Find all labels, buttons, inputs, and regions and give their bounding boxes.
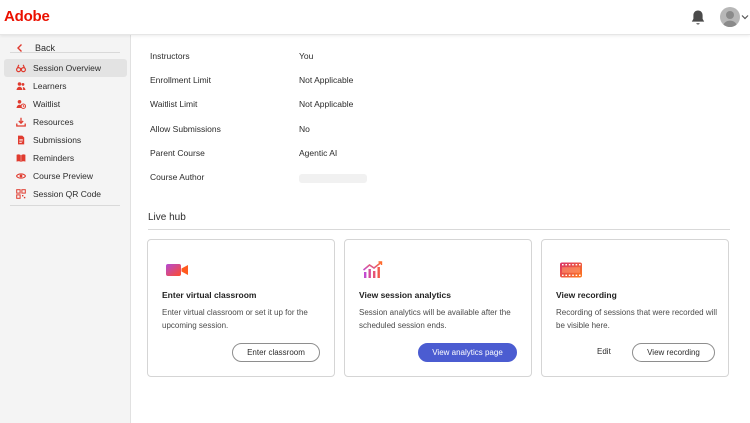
detail-label-allow-submissions: Allow Submissions bbox=[150, 124, 221, 134]
sidebar-item-session-qr-code[interactable]: Session QR Code bbox=[4, 185, 127, 203]
sidebar-item-session-overview[interactable]: Session Overview bbox=[4, 59, 127, 77]
card-session-analytics: View session analytics Session analytics… bbox=[344, 239, 532, 377]
adobe-logo[interactable]: Adobe bbox=[4, 8, 50, 25]
card-title: View session analytics bbox=[359, 290, 451, 300]
sidebar-item-label: Waitlist bbox=[33, 99, 61, 109]
sidebar: Back Session Overview Learners Waitlist bbox=[0, 35, 131, 423]
detail-label-parent-course: Parent Course bbox=[150, 148, 205, 158]
live-hub-title: Live hub bbox=[148, 212, 186, 223]
user-avatar[interactable] bbox=[720, 7, 740, 27]
film-strip-icon bbox=[560, 262, 582, 278]
section-divider bbox=[148, 229, 730, 230]
analytics-chart-icon bbox=[362, 261, 383, 278]
sidebar-item-label: Learners bbox=[33, 81, 67, 91]
edit-recording-button[interactable]: Edit bbox=[597, 347, 611, 356]
detail-label-waitlist-limit: Waitlist Limit bbox=[150, 99, 198, 109]
detail-value-parent-course: Agentic AI bbox=[299, 148, 338, 158]
card-view-recording: View recording Recording of sessions tha… bbox=[541, 239, 729, 377]
detail-value-enrollment-limit: Not Applicable bbox=[299, 75, 354, 85]
notification-bell-icon[interactable] bbox=[690, 9, 706, 27]
user-clock-icon bbox=[16, 100, 26, 109]
detail-value-instructors: You bbox=[299, 51, 314, 61]
sidebar-item-learners[interactable]: Learners bbox=[4, 77, 127, 95]
card-title: View recording bbox=[556, 290, 617, 300]
sidebar-item-resources[interactable]: Resources bbox=[4, 113, 127, 131]
detail-label-instructors: Instructors bbox=[150, 51, 190, 61]
sidebar-item-label: Session QR Code bbox=[33, 189, 102, 199]
sidebar-item-label: Course Preview bbox=[33, 171, 93, 181]
card-title: Enter virtual classroom bbox=[162, 290, 257, 300]
sidebar-item-label: Session Overview bbox=[33, 63, 102, 73]
download-icon bbox=[16, 117, 26, 127]
view-analytics-page-button[interactable]: View analytics page bbox=[418, 343, 517, 362]
video-camera-icon bbox=[166, 264, 188, 276]
card-description: Recording of sessions that were recorded… bbox=[556, 308, 717, 330]
avatar-person-icon bbox=[722, 11, 738, 27]
view-recording-button[interactable]: View recording bbox=[632, 343, 715, 362]
sidebar-item-label: Submissions bbox=[33, 135, 82, 145]
book-icon bbox=[16, 154, 26, 162]
chevron-down-icon[interactable] bbox=[741, 13, 749, 21]
sidebar-item-label: Resources bbox=[33, 117, 74, 127]
sidebar-item-submissions[interactable]: Submissions bbox=[4, 131, 127, 149]
detail-label-course-author: Course Author bbox=[150, 172, 205, 182]
sidebar-divider bbox=[10, 205, 120, 206]
detail-label-enrollment-limit: Enrollment Limit bbox=[150, 75, 211, 85]
binoculars-icon bbox=[16, 64, 26, 73]
detail-value-waitlist-limit: Not Applicable bbox=[299, 99, 354, 109]
sidebar-divider bbox=[10, 52, 120, 53]
enter-classroom-button[interactable]: Enter classroom bbox=[232, 343, 320, 362]
sidebar-item-label: Reminders bbox=[33, 153, 75, 163]
detail-value-course-author-redacted bbox=[299, 174, 367, 183]
card-description: Enter virtual classroom or set it up for… bbox=[162, 308, 308, 330]
document-icon bbox=[18, 135, 25, 145]
sidebar-item-course-preview[interactable]: Course Preview bbox=[4, 167, 127, 185]
card-virtual-classroom: Enter virtual classroom Enter virtual cl… bbox=[147, 239, 335, 377]
users-icon bbox=[16, 82, 26, 90]
back-button[interactable]: Back bbox=[15, 39, 55, 57]
detail-value-allow-submissions: No bbox=[299, 124, 310, 134]
card-description: Session analytics will be available afte… bbox=[359, 308, 511, 330]
top-bar: Adobe bbox=[0, 0, 750, 35]
qr-code-icon bbox=[16, 189, 26, 199]
sidebar-item-waitlist[interactable]: Waitlist bbox=[4, 95, 127, 113]
eye-icon bbox=[16, 173, 26, 179]
sidebar-item-reminders[interactable]: Reminders bbox=[4, 149, 127, 167]
